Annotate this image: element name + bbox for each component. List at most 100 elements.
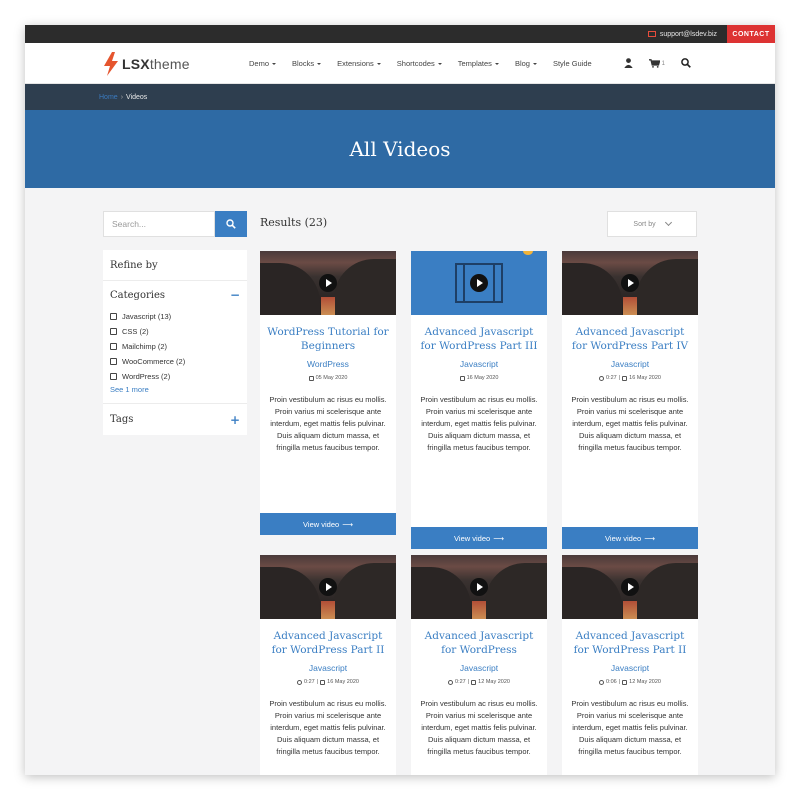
play-icon[interactable] bbox=[621, 274, 639, 292]
video-thumbnail[interactable] bbox=[411, 251, 547, 315]
category-list: Javascript (13) CSS (2) Mailchimp (2) WooCo… bbox=[110, 309, 240, 384]
video-card: Advanced Javascript for WordPress Part I… bbox=[562, 251, 698, 549]
video-title-link[interactable]: WordPress Tutorial for Beginners bbox=[260, 315, 396, 353]
category-checkbox[interactable]: Mailchimp (2) bbox=[110, 339, 240, 354]
category-checkbox[interactable]: Javascript (13) bbox=[110, 309, 240, 324]
calendar-icon bbox=[308, 375, 314, 381]
support-email-link[interactable]: support@lsdev.biz bbox=[647, 30, 717, 38]
checkbox-icon bbox=[110, 373, 117, 380]
cart-button[interactable]: 1 bbox=[648, 59, 665, 68]
nav-item-extensions[interactable]: Extensions bbox=[337, 59, 381, 68]
support-email-text: support@lsdev.biz bbox=[659, 30, 717, 38]
video-date: 16 May 2020 bbox=[466, 375, 499, 381]
calendar-icon bbox=[622, 375, 628, 381]
video-date: 16 May 2020 bbox=[327, 679, 359, 685]
categories-filter: Categories − Javascript (13) CSS (2) Mailc… bbox=[103, 281, 247, 404]
arrow-right-icon: ⟶ bbox=[493, 533, 504, 543]
video-category-link[interactable]: Javascript bbox=[562, 663, 698, 673]
video-duration: 0:27 bbox=[455, 679, 466, 685]
nav-item-blocks[interactable]: Blocks bbox=[292, 59, 322, 68]
logo-text: LSXtheme bbox=[122, 56, 190, 72]
user-icon[interactable] bbox=[623, 55, 633, 73]
search-icon bbox=[226, 219, 236, 229]
video-category-link[interactable]: Javascript bbox=[411, 359, 547, 369]
nav-item-demo[interactable]: Demo bbox=[249, 59, 277, 68]
contact-button[interactable]: CONTACT bbox=[727, 25, 775, 43]
meta-divider: | bbox=[316, 679, 319, 685]
nav-item-label: Shortcodes bbox=[396, 59, 435, 68]
play-icon[interactable] bbox=[319, 274, 337, 292]
category-checkbox[interactable]: CSS (2) bbox=[110, 324, 240, 339]
video-title-link[interactable]: Advanced Javascript for WordPress Part I… bbox=[562, 619, 698, 657]
play-icon[interactable] bbox=[470, 274, 488, 292]
cart-count: 1 bbox=[661, 60, 665, 67]
category-checkbox[interactable]: WooCommerce (2) bbox=[110, 354, 240, 369]
view-video-label: View video bbox=[605, 533, 642, 543]
see-more-link[interactable]: See 1 more bbox=[110, 385, 240, 394]
video-thumbnail[interactable] bbox=[260, 251, 396, 315]
play-icon[interactable] bbox=[319, 578, 337, 596]
video-category-link[interactable]: Javascript bbox=[260, 663, 396, 673]
video-title-link[interactable]: Advanced Javascript for WordPress Part I… bbox=[411, 315, 547, 353]
search-form: Search... bbox=[103, 211, 247, 237]
category-checkbox[interactable]: WordPress (2) bbox=[110, 369, 240, 384]
search-icon[interactable] bbox=[681, 55, 691, 73]
video-category-link[interactable]: Javascript bbox=[411, 663, 547, 673]
breadcrumb-home-link[interactable]: Home bbox=[99, 94, 118, 101]
site-logo[interactable]: LSXtheme bbox=[103, 52, 190, 76]
nav-item-shortcodes[interactable]: Shortcodes bbox=[397, 59, 442, 68]
video-duration: 0:27 bbox=[606, 375, 617, 381]
calendar-icon bbox=[471, 679, 477, 685]
breadcrumb-separator: › bbox=[120, 93, 124, 101]
video-thumbnail[interactable] bbox=[411, 555, 547, 619]
video-title-link[interactable]: Advanced Javascript for WordPress bbox=[411, 619, 547, 657]
breadcrumb: Home › Videos bbox=[25, 84, 775, 110]
chevron-down-icon bbox=[664, 218, 672, 227]
arrow-right-icon: ⟶ bbox=[644, 533, 655, 543]
video-title-link[interactable]: Advanced Javascript for WordPress Part I… bbox=[260, 619, 396, 657]
sort-select[interactable]: Sort by bbox=[607, 211, 697, 237]
video-card: Advanced Javascript for WordPress Part I… bbox=[411, 251, 547, 549]
search-input[interactable]: Search... bbox=[103, 211, 215, 237]
page-frame: support@lsdev.biz CONTACT LSXtheme Demo B… bbox=[25, 25, 775, 775]
video-excerpt: Proin vestibulum ac risus eu mollis. Pro… bbox=[571, 395, 689, 452]
caret-down-icon bbox=[494, 62, 499, 65]
view-video-button[interactable]: View video ⟶ bbox=[411, 527, 547, 549]
header-icons: 1 bbox=[623, 43, 691, 84]
page-banner: All Videos bbox=[25, 110, 775, 188]
video-category-link[interactable]: Javascript bbox=[562, 359, 698, 369]
video-card: Advanced Javascript for WordPress Part I… bbox=[260, 555, 396, 775]
play-icon[interactable] bbox=[621, 578, 639, 596]
logo-text-bold: LSX bbox=[122, 56, 150, 72]
search-button[interactable] bbox=[215, 211, 247, 237]
view-video-button[interactable]: View video ⟶ bbox=[260, 513, 396, 535]
tags-toggle[interactable]: Tags + bbox=[103, 404, 247, 435]
categories-toggle[interactable]: Categories − bbox=[110, 289, 240, 301]
video-thumbnail[interactable] bbox=[562, 555, 698, 619]
site-header: LSXtheme Demo Blocks Extensions Shortcodes T… bbox=[25, 43, 775, 84]
calendar-icon bbox=[320, 679, 326, 685]
nav-item-blog[interactable]: Blog bbox=[515, 59, 537, 68]
clock-icon bbox=[599, 375, 605, 381]
video-title-link[interactable]: Advanced Javascript for WordPress Part I… bbox=[562, 315, 698, 353]
video-category-link[interactable]: WordPress bbox=[260, 359, 396, 369]
play-icon[interactable] bbox=[470, 578, 488, 596]
video-excerpt: Proin vestibulum ac risus eu mollis. Pro… bbox=[420, 699, 538, 756]
category-label: WordPress (2) bbox=[122, 372, 171, 381]
video-excerpt: Proin vestibulum ac risus eu mollis. Pro… bbox=[269, 699, 387, 756]
clock-icon bbox=[297, 679, 303, 685]
nav-item-templates[interactable]: Templates bbox=[458, 59, 499, 68]
view-video-button[interactable]: View video ⟶ bbox=[562, 527, 698, 549]
checkbox-icon bbox=[110, 313, 117, 320]
clock-icon bbox=[448, 679, 454, 685]
mail-icon bbox=[647, 31, 656, 37]
checkbox-icon bbox=[110, 343, 117, 350]
nav-item-style-guide[interactable]: Style Guide bbox=[553, 59, 592, 68]
logo-text-light: theme bbox=[149, 56, 190, 72]
video-duration: 0:06 bbox=[606, 679, 617, 685]
video-thumbnail[interactable] bbox=[260, 555, 396, 619]
video-thumbnail[interactable] bbox=[562, 251, 698, 315]
video-card: Advanced Javascript for WordPress Part I… bbox=[562, 555, 698, 775]
main-nav: Demo Blocks Extensions Shortcodes Templates B… bbox=[249, 43, 608, 84]
meta-divider: | bbox=[618, 375, 621, 381]
